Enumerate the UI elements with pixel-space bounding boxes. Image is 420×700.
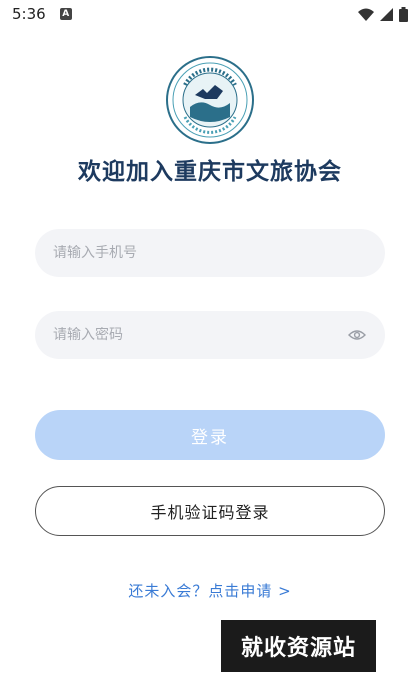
status-time: 5:36 bbox=[12, 5, 46, 23]
sms-login-button[interactable]: 手机验证码登录 bbox=[35, 486, 385, 536]
phone-field-container[interactable] bbox=[35, 229, 385, 277]
signal-icon bbox=[380, 7, 393, 21]
a-notification-icon: A bbox=[59, 8, 72, 20]
register-link[interactable]: 还未入会？点击申请 > bbox=[0, 580, 420, 601]
watermark: 就收资源站 bbox=[221, 620, 376, 672]
phone-input[interactable] bbox=[53, 245, 367, 261]
password-input[interactable] bbox=[53, 327, 347, 343]
wifi-icon bbox=[358, 8, 374, 21]
page-title: 欢迎加入重庆市文旅协会 bbox=[78, 159, 342, 185]
password-field-container[interactable] bbox=[35, 311, 385, 359]
battery-icon bbox=[399, 6, 408, 22]
eye-icon[interactable] bbox=[347, 328, 367, 342]
association-logo bbox=[166, 56, 254, 144]
login-button[interactable]: 登录 bbox=[35, 410, 385, 460]
status-left: 5:36 A bbox=[12, 5, 72, 23]
status-right bbox=[358, 6, 408, 22]
status-bar: 5:36 A bbox=[0, 0, 420, 28]
